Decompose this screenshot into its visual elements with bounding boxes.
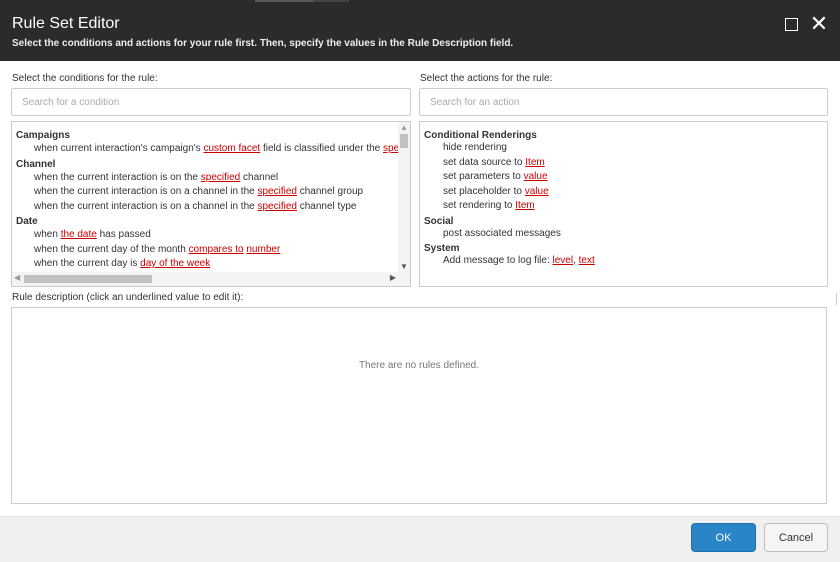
scroll-thumb-horizontal[interactable] — [24, 275, 152, 283]
resize-edge — [836, 293, 840, 305]
actions-list-content: Conditional Renderings hide rendering set … — [420, 122, 827, 269]
action-group-title: Social — [424, 215, 454, 227]
condition-item-text: has passed — [96, 229, 151, 240]
condition-item-text: when the current day is — [34, 258, 141, 269]
condition-item-link[interactable]: day of the week — [140, 258, 210, 269]
action-item[interactable]: set parameters to value — [424, 170, 823, 185]
maximize-icon — [784, 17, 798, 31]
condition-item-link[interactable]: specified — [257, 186, 296, 197]
condition-search-input[interactable] — [11, 88, 411, 116]
close-icon: ✕ — [809, 11, 829, 36]
action-item[interactable]: set placeholder to value — [424, 185, 823, 200]
actions-list: Conditional Renderings hide rendering set … — [419, 121, 828, 287]
action-item-link[interactable]: Item — [515, 200, 534, 211]
dialog-subtitle: Select the conditions and actions for yo… — [12, 38, 514, 49]
condition-item[interactable]: when the current interaction is on a cha… — [16, 185, 406, 200]
condition-item[interactable]: when current interaction's campaign's cu… — [16, 142, 410, 157]
condition-item-text: channel group — [296, 186, 364, 197]
dialog-header: Rule Set Editor Select the conditions an… — [0, 0, 840, 61]
scroll-thumb[interactable] — [400, 134, 408, 148]
cancel-button[interactable]: Cancel — [764, 523, 828, 552]
action-item-link[interactable]: value — [525, 186, 549, 197]
conditions-horizontal-scrollbar[interactable]: ◀ ▶ — [12, 272, 398, 286]
action-item-text: Add message to log file: — [443, 255, 553, 266]
scroll-right-icon[interactable]: ▶ — [390, 273, 396, 282]
condition-item[interactable]: when the current interaction is on the s… — [16, 171, 406, 186]
description-label: Rule description (click an underlined va… — [12, 292, 244, 303]
action-group-title: System — [424, 243, 460, 254]
dialog-title: Rule Set Editor — [12, 15, 120, 32]
empty-rules-message: There are no rules defined. — [358, 360, 480, 371]
condition-item-text: when the current interaction is on a cha… — [34, 200, 258, 212]
action-item-link[interactable]: Item — [525, 157, 544, 168]
condition-group-title: Date — [16, 216, 38, 227]
action-group-title: Conditional Renderings — [424, 130, 537, 141]
condition-item-text: field is classified under the — [260, 143, 384, 154]
condition-item[interactable]: when the current day is day of the week — [16, 257, 406, 272]
condition-item-link[interactable]: specified — [257, 201, 296, 212]
rule-description-panel[interactable]: There are no rules defined. — [11, 307, 827, 504]
scrollbar-corner — [398, 272, 410, 286]
tab-indicator-secondary — [313, 0, 349, 2]
condition-item-text: when current interaction's campaign's — [34, 143, 204, 154]
condition-item-text: when — [34, 229, 61, 240]
action-search-input[interactable] — [419, 88, 828, 116]
condition-group-title: Channel — [16, 158, 56, 170]
condition-item[interactable]: when the current day of the month compar… — [16, 243, 406, 258]
scroll-up-icon[interactable]: ▲ — [400, 123, 408, 132]
action-item-link[interactable]: text — [579, 255, 595, 266]
action-item-text: set parameters to — [443, 171, 524, 182]
condition-item-link[interactable]: number — [246, 244, 280, 255]
action-item-text: set placeholder to — [443, 185, 525, 197]
conditions-list-content: Campaigns when current interaction's camp… — [12, 122, 410, 286]
action-item[interactable]: hide rendering — [424, 141, 823, 156]
ok-button[interactable]: OK — [691, 523, 756, 552]
conditions-vertical-scrollbar[interactable]: ▲ ▼ — [398, 122, 410, 272]
conditions-list: Campaigns when current interaction's camp… — [11, 121, 411, 287]
condition-item-text: channel — [240, 171, 279, 183]
tab-indicator — [255, 0, 313, 2]
condition-item[interactable]: when the current interaction is on a cha… — [16, 200, 406, 215]
action-item-link[interactable]: value — [524, 171, 548, 182]
scroll-left-icon[interactable]: ◀ — [14, 273, 20, 282]
action-item-text: set rendering to — [443, 200, 516, 211]
action-item[interactable]: set rendering to Item — [424, 199, 823, 214]
action-item[interactable]: Add message to log file: level, text — [424, 254, 823, 269]
condition-item-link[interactable]: compares to — [189, 244, 244, 255]
condition-item-text: when the current day of the month — [34, 243, 189, 255]
action-item[interactable]: post associated messages — [424, 227, 823, 242]
scroll-down-icon[interactable]: ▼ — [400, 262, 408, 271]
action-item-link[interactable]: level — [553, 255, 574, 266]
condition-item-text: when the current interaction is on a cha… — [34, 186, 258, 197]
condition-item-link[interactable]: custom facet — [203, 143, 260, 154]
conditions-label: Select the conditions for the rule: — [12, 73, 158, 84]
actions-label: Select the actions for the rule: — [420, 73, 553, 84]
action-item-text: set data source to — [443, 156, 526, 168]
action-item[interactable]: set data source to Item — [424, 156, 823, 171]
maximize-button[interactable] — [781, 14, 801, 34]
condition-item-text: when the current interaction is on the — [34, 171, 201, 183]
condition-item-text: channel type — [296, 200, 357, 212]
condition-item[interactable]: when the date has passed — [16, 228, 406, 243]
condition-item-link[interactable]: specified — [201, 172, 240, 183]
close-button[interactable]: ✕ — [809, 11, 829, 36]
action-item-text: hide rendering — [443, 142, 507, 153]
condition-group-title: Campaigns — [16, 130, 70, 141]
condition-item-link[interactable]: the date — [61, 229, 97, 240]
action-item-text: post associated messages — [443, 227, 561, 239]
